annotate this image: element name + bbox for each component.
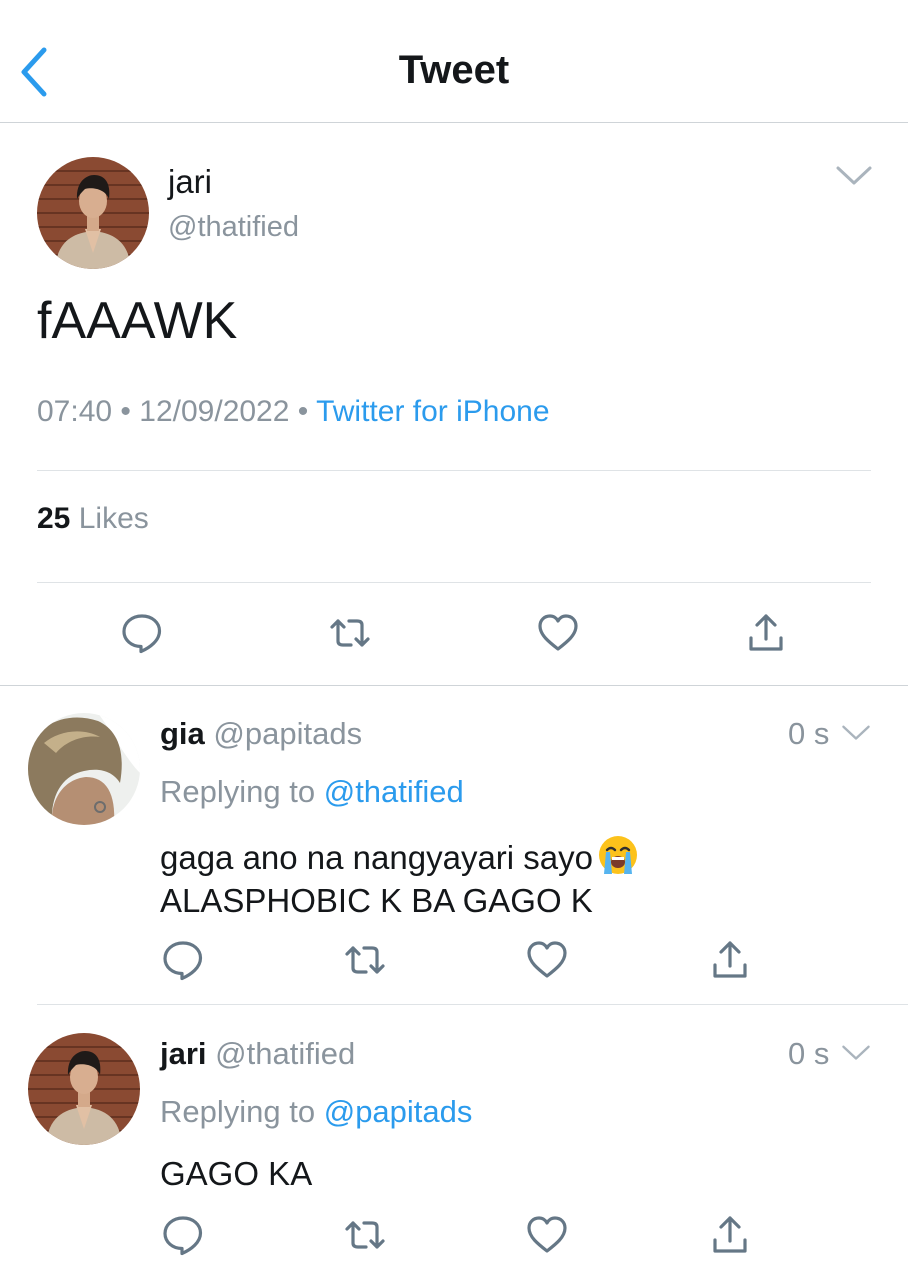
share-icon[interactable] <box>707 937 753 983</box>
mention-link[interactable]: @papitads <box>324 1094 473 1129</box>
tweet-meta: 07:40 • 12/09/2022 • Twitter for iPhone <box>37 395 550 429</box>
meta-separator: • <box>120 395 131 428</box>
tweet-date: 12/09/2022 <box>139 395 290 428</box>
author-handle[interactable]: @thatified <box>168 211 299 244</box>
reply-time: 0 s <box>788 1036 830 1071</box>
avatar[interactable] <box>28 713 140 825</box>
reply-text: gaga ano na nangyayari sayo ALASPHOBIC K… <box>160 834 639 922</box>
likes-stat[interactable]: 25 Likes <box>37 502 149 536</box>
author-name[interactable]: jari <box>168 163 212 201</box>
reply-author[interactable]: jari @thatified <box>160 1036 355 1072</box>
retweet-icon[interactable] <box>327 610 373 656</box>
author-name[interactable]: gia <box>160 716 205 751</box>
tweet-time: 07:40 <box>37 395 113 428</box>
replying-label: Replying to <box>160 774 316 809</box>
like-icon[interactable] <box>524 937 570 983</box>
avatar[interactable] <box>37 157 149 269</box>
meta-separator: • <box>297 395 309 428</box>
mention-link[interactable]: @thatified <box>324 774 464 809</box>
author-handle[interactable]: @papitads <box>213 716 362 751</box>
reply-text-line: ALASPHOBIC K BA GAGO K <box>160 882 593 919</box>
divider <box>0 685 908 686</box>
reply-text-line: gaga ano na nangyayari sayo <box>160 839 593 876</box>
replying-label: Replying to <box>160 1094 316 1129</box>
replying-to: Replying to @papitads <box>160 1094 472 1130</box>
divider <box>37 470 871 471</box>
reply-time: 0 s <box>788 716 830 751</box>
reply-icon[interactable] <box>119 610 165 656</box>
author-name[interactable]: jari <box>160 1036 207 1071</box>
retweet-icon[interactable] <box>342 937 388 983</box>
reply-icon[interactable] <box>160 937 206 983</box>
like-icon[interactable] <box>535 610 581 656</box>
replying-to: Replying to @thatified <box>160 774 464 810</box>
tweet-text: fAAAWK <box>37 292 238 350</box>
chevron-down-icon[interactable] <box>840 1042 872 1064</box>
like-icon[interactable] <box>524 1212 570 1258</box>
tweet-source-link[interactable]: Twitter for iPhone <box>316 395 549 428</box>
reply-text: GAGO KA <box>160 1155 313 1192</box>
divider <box>37 1004 908 1005</box>
likes-label: Likes <box>78 502 149 535</box>
author-handle[interactable]: @thatified <box>215 1036 355 1071</box>
retweet-icon[interactable] <box>342 1212 388 1258</box>
chevron-down-icon[interactable] <box>840 722 872 744</box>
share-icon[interactable] <box>707 1212 753 1258</box>
reply-author[interactable]: gia @papitads <box>160 716 362 752</box>
divider <box>37 582 871 583</box>
share-icon[interactable] <box>743 610 789 656</box>
loudly-crying-face-icon <box>599 836 637 874</box>
avatar[interactable] <box>28 1033 140 1145</box>
page-title: Tweet <box>398 48 510 92</box>
reply-icon[interactable] <box>160 1212 206 1258</box>
chevron-down-icon[interactable] <box>834 162 874 190</box>
header-bar: Tweet <box>0 0 908 123</box>
likes-count: 25 <box>37 502 71 535</box>
